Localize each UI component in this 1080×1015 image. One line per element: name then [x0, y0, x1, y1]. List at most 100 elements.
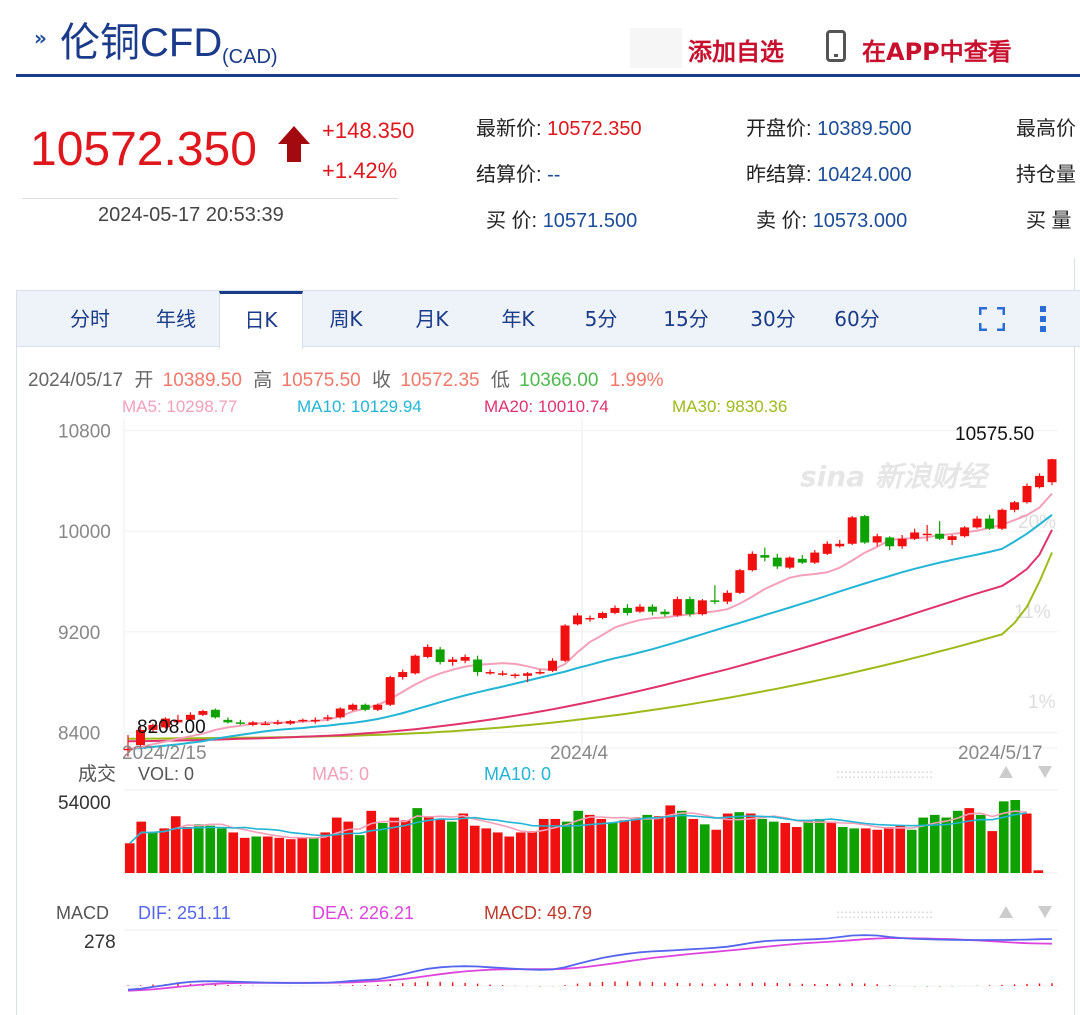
- candle-body: [785, 557, 795, 568]
- volume-vol: VOL: 0: [138, 764, 194, 784]
- volume-bar: [1033, 870, 1044, 873]
- volume-bar: [251, 836, 262, 873]
- candle-body: [448, 659, 458, 662]
- volume-bar: [642, 814, 653, 873]
- volume-bar: [182, 827, 193, 873]
- ohlc-close: 10572.35: [400, 370, 479, 391]
- volume-bar: [734, 812, 745, 873]
- volume-bar: [481, 828, 492, 873]
- volume-bar: [527, 831, 538, 873]
- volume-bar: [619, 820, 630, 873]
- candle-body: [847, 517, 857, 544]
- y-tick-label: 10000: [58, 522, 111, 543]
- volume-bar: [136, 821, 147, 873]
- candle-body: [960, 527, 970, 537]
- legend-ma20: MA20: 10010.74: [484, 397, 609, 416]
- candle-body: [585, 617, 595, 620]
- volume-bar: [630, 817, 641, 873]
- candle-body: [348, 704, 358, 710]
- volume-bar: [423, 816, 434, 873]
- volume-bar: [699, 824, 710, 873]
- macd-title: MACD: [56, 903, 109, 923]
- candle-body: [410, 655, 420, 674]
- volume-bar: [193, 824, 204, 873]
- candle-body: [985, 518, 995, 529]
- candle-body: [835, 543, 845, 547]
- candle-body: [772, 557, 782, 567]
- candle-body: [560, 625, 570, 661]
- volume-bar: [354, 835, 365, 873]
- volume-bar: [147, 832, 158, 873]
- ohlc-date: 2024/05/17: [28, 370, 123, 391]
- candle-body: [1035, 475, 1045, 488]
- ohlc-close-label: 收: [372, 369, 391, 391]
- candle-body: [797, 558, 807, 563]
- ohlc-low-label: 低: [491, 369, 510, 391]
- ohlc-line: 2024/05/17 开 10389.50 高 10575.50 收 10572…: [28, 369, 664, 391]
- volume-bar: [308, 837, 319, 873]
- macd-scroll-down-icon[interactable]: [1038, 906, 1052, 918]
- volume-bar: [274, 837, 285, 873]
- candle-body: [760, 555, 770, 558]
- volume-bar: [331, 817, 342, 873]
- volume-bar: [458, 813, 469, 873]
- candle-body: [485, 672, 495, 674]
- macd-scroll-up-icon[interactable]: [999, 906, 1013, 918]
- candle-body: [910, 532, 920, 539]
- volume-bar: [780, 822, 791, 873]
- ma30-polyline: [128, 552, 1053, 740]
- candle-body: [710, 600, 720, 602]
- x-tick-label: 2024/5/17: [958, 743, 1043, 764]
- volume-ma10: MA10: 0: [484, 764, 551, 784]
- volume-bar: [872, 829, 883, 873]
- candle-body: [360, 704, 370, 710]
- volume-bars: [124, 800, 1044, 873]
- macd-dots: ::::::::::::::::::::::::: [836, 907, 933, 921]
- min-price-label: 8208.00: [137, 717, 206, 738]
- volume-bar: [745, 813, 756, 873]
- volume-bar: [366, 810, 377, 873]
- volume-ma5: MA5: 0: [312, 764, 369, 784]
- volume-bar: [803, 820, 814, 873]
- pct-label: 11%: [1014, 602, 1051, 623]
- volume-bar: [941, 817, 952, 873]
- candle-body: [310, 719, 320, 722]
- x-axis-ticks: 2024/2/15 2024/4 2024/5/17: [122, 743, 1043, 764]
- y-tick-label: 9200: [58, 623, 100, 644]
- candle-body: [223, 719, 233, 723]
- candle-body: [210, 709, 220, 718]
- candle-body: [685, 599, 695, 615]
- candle-body: [460, 656, 470, 661]
- candle-body: [1047, 459, 1057, 483]
- volume-bar: [814, 818, 825, 873]
- volume-bar: [389, 817, 400, 873]
- volume-bar: [228, 832, 239, 873]
- volume-bar: [320, 832, 331, 873]
- candle-body: [897, 538, 907, 547]
- volume-bar: [768, 821, 779, 873]
- volume-scroll-down-icon[interactable]: [1038, 766, 1052, 778]
- candle-body: [260, 723, 270, 726]
- volume-bar: [262, 836, 273, 873]
- pct-labels: 20%11%1%: [1014, 512, 1056, 713]
- volume-bar: [239, 837, 250, 873]
- volume-bar: [515, 832, 526, 873]
- ma20-polyline: [127, 529, 1053, 743]
- macd-value: MACD: 49.79: [484, 903, 592, 923]
- macd-ymax: 278: [84, 932, 116, 953]
- candle-body: [997, 509, 1007, 529]
- candle-body: [373, 704, 383, 710]
- candle-body: [235, 722, 245, 724]
- volume-bar: [849, 828, 860, 873]
- pct-label: 1%: [1028, 692, 1056, 713]
- macd-lines: [127, 934, 1053, 992]
- candle-body: [273, 722, 283, 724]
- candle-body: [473, 659, 483, 673]
- legend-ma10: MA10: 10129.94: [297, 397, 422, 416]
- ohlc-high-label: 高: [253, 369, 272, 391]
- volume-scroll-up-icon[interactable]: [999, 766, 1013, 778]
- candle-body: [622, 607, 632, 613]
- volume-bar: [987, 831, 998, 873]
- volume-bar: [596, 818, 607, 873]
- candle-body: [398, 672, 408, 678]
